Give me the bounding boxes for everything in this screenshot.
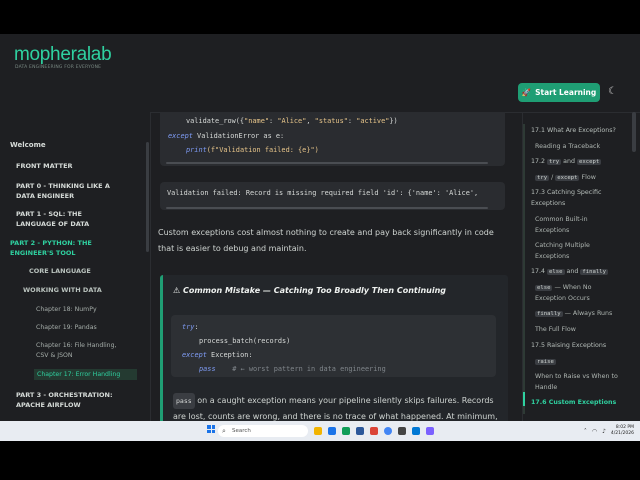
- system-tray: ˄ ◠ ♪ 8:02 PM 4/21/2026: [584, 425, 640, 437]
- sidebar-item-ch19[interactable]: Chapter 19: Pandas: [36, 324, 97, 331]
- app-icon[interactable]: [426, 427, 434, 435]
- toc-item-finally[interactable]: finally — Always Runs: [535, 310, 612, 317]
- sidebar-item-part1[interactable]: PART 1 - SQL: THE: [16, 210, 82, 218]
- common-mistake-callout: ⚠ Common Mistake — Catching Too Broadly …: [160, 275, 508, 441]
- toc-item-17-1[interactable]: 17.1 What Are Exceptions?: [531, 127, 616, 134]
- app-icon[interactable]: [328, 427, 336, 435]
- toc-item-multiple-line2: Exceptions: [535, 253, 570, 260]
- toc-item-17-5[interactable]: 17.5 Raising Exceptions: [531, 342, 606, 349]
- code-line-2: except ValidationError as e:: [168, 132, 285, 140]
- toc-item-17-3-line2: Exceptions: [531, 200, 566, 207]
- toc-item-raise-vs-handle-line2: Handle: [535, 384, 558, 391]
- code-output-block: Validation failed: Record is missing req…: [160, 182, 505, 210]
- toc-item-else-line2: Exception Occurs: [535, 295, 590, 302]
- toc-item-else[interactable]: else — When No: [535, 284, 591, 291]
- output-scrollbar[interactable]: [166, 207, 488, 209]
- code-output-text: Validation failed: Record is missing req…: [167, 189, 479, 197]
- toc-item-17-6[interactable]: 17.6 Custom Exceptions: [531, 399, 616, 406]
- table-of-contents: 17.1 What Are Exceptions? Reading a Trac…: [522, 112, 640, 441]
- theme-toggle-icon[interactable]: ☾: [608, 86, 617, 97]
- toc-item-17-3[interactable]: 17.3 Catching Specific: [531, 189, 601, 196]
- code-call-line: process_batch(records): [199, 337, 291, 345]
- sidebar-item-part1-line2: LANGUAGE OF DATA: [16, 220, 90, 228]
- sidebar-item-ch18[interactable]: Chapter 18: NumPy: [36, 306, 97, 313]
- app-icon[interactable]: [370, 427, 378, 435]
- site-logo[interactable]: mopheralab: [14, 44, 112, 66]
- toc-item-multiple[interactable]: Catching Multiple: [535, 242, 590, 249]
- code-line-3: print(f"Validation failed: {e}"): [186, 146, 319, 154]
- site-tagline: DATA ENGINEERING FOR EVERYONE: [15, 65, 102, 70]
- clock[interactable]: 8:02 PM 4/21/2026: [611, 425, 634, 437]
- toc-item-try-except-flow[interactable]: try / except Flow: [535, 174, 596, 181]
- taskbar: Search ˄ ◠ ♪ 8:02 PM 4/21/2026: [0, 421, 640, 441]
- sidebar-item-part2[interactable]: PART 2 - PYTHON: THE: [10, 239, 92, 247]
- code-line-0: final: [168, 112, 186, 113]
- chevron-up-icon[interactable]: ˄: [584, 428, 587, 435]
- sidebar-item-part3[interactable]: PART 3 - ORCHESTRATION:: [16, 391, 113, 399]
- chrome-icon[interactable]: [384, 427, 392, 435]
- start-learning-button[interactable]: 🚀 Start Learning: [518, 83, 600, 102]
- app-icon[interactable]: [342, 427, 350, 435]
- toc-item-raise[interactable]: raise: [535, 358, 556, 365]
- code-scrollbar[interactable]: [166, 162, 488, 164]
- rocket-icon: 🚀: [521, 88, 532, 97]
- clock-date: 4/21/2026: [610, 431, 634, 436]
- windows-start-icon[interactable]: [207, 425, 215, 433]
- sidebar-item-part3-line2: APACHE AIRFLOW: [16, 401, 81, 409]
- sidebar-item-part2-line2: ENGINEER'S TOOL: [10, 249, 76, 257]
- sidebar-item-core-language[interactable]: CORE LANGUAGE: [29, 267, 91, 275]
- sidebar-item-ch16[interactable]: Chapter 16: File Handling,: [36, 342, 117, 349]
- sidebar-item-welcome[interactable]: Welcome: [10, 141, 46, 149]
- code-line-1: validate_row({"name": "Alice", "status":…: [186, 117, 398, 125]
- sidebar-item-ch16-line2: CSV & JSON: [36, 352, 73, 359]
- toc-item-raise-vs-handle[interactable]: When to Raise vs When to: [535, 373, 618, 380]
- code-except-line: except Exception:: [182, 351, 253, 359]
- page-scrollbar[interactable]: [632, 112, 636, 152]
- wifi-icon[interactable]: ◠: [592, 428, 597, 435]
- paragraph-custom-exceptions: Custom exceptions cost almost nothing to…: [158, 228, 494, 253]
- start-learning-label: Start Learning: [535, 88, 597, 97]
- sidebar-item-ch17[interactable]: Chapter 17: Error Handling: [34, 369, 137, 380]
- terminal-icon[interactable]: [398, 427, 406, 435]
- taskbar-search[interactable]: Search: [218, 425, 308, 437]
- code-block-bad-pattern: try: process_batch(records) except Excep…: [171, 315, 496, 377]
- toc-item-17-2[interactable]: 17.2 try and except: [531, 158, 602, 165]
- toc-item-builtin-line2: Exceptions: [535, 227, 570, 234]
- sidebar-item-part0[interactable]: PART 0 - THINKING LIKE A: [16, 182, 110, 190]
- file-explorer-icon[interactable]: [314, 427, 322, 435]
- toc-item-full-flow[interactable]: The Full Flow: [535, 326, 576, 333]
- pass-code-pill: pass: [173, 393, 195, 409]
- vscode-icon[interactable]: [412, 427, 420, 435]
- taskbar-apps: [314, 427, 434, 435]
- main-content: final validate_row({"name": "Alice", "st…: [150, 112, 515, 441]
- toc-item-17-4[interactable]: 17.4 else and finally: [531, 268, 608, 275]
- toc-track: [523, 124, 525, 414]
- sidebar-item-working-with-data[interactable]: WORKING WITH DATA: [23, 286, 102, 294]
- callout-title: ⚠ Common Mistake — Catching Too Broadly …: [173, 286, 447, 295]
- left-sidebar: Welcome FRONT MATTER PART 0 - THINKING L…: [0, 112, 151, 441]
- toc-item-traceback[interactable]: Reading a Traceback: [535, 143, 600, 150]
- volume-icon[interactable]: ♪: [602, 428, 606, 435]
- sidebar-scrollbar[interactable]: [146, 142, 149, 252]
- code-block-validate: final validate_row({"name": "Alice", "st…: [160, 112, 505, 166]
- toc-item-builtin[interactable]: Common Built-in: [535, 216, 588, 223]
- code-pass-line: pass # ← worst pattern in data engineeri…: [199, 365, 386, 373]
- word-icon[interactable]: [356, 427, 364, 435]
- code-try-line: try:: [182, 323, 199, 331]
- toc-active-indicator: [523, 392, 525, 406]
- sidebar-item-front-matter[interactable]: FRONT MATTER: [16, 162, 73, 170]
- sidebar-item-part0-line2: DATA ENGINEER: [16, 192, 75, 200]
